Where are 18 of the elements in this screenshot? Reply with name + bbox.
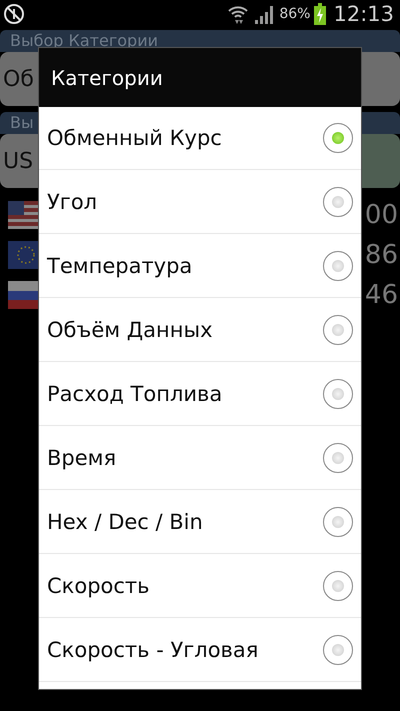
no-sync-icon: [3, 3, 25, 25]
radio-button[interactable]: [323, 570, 353, 600]
currency-value: 86: [364, 240, 399, 270]
radio-button[interactable]: [323, 250, 353, 280]
signal-icon: [253, 4, 276, 24]
radio-button[interactable]: [323, 506, 353, 536]
radio-button[interactable]: [323, 314, 353, 344]
radio-button[interactable]: [323, 186, 353, 216]
dialog-title: Категории: [39, 48, 361, 107]
battery-percent: 86%: [279, 6, 310, 22]
radio-button[interactable]: [323, 378, 353, 408]
currency-value: 46: [364, 280, 399, 310]
currency-value: 00: [364, 200, 399, 230]
radio-button[interactable]: [323, 123, 353, 153]
radio-button[interactable]: [323, 442, 353, 472]
radio-button[interactable]: [323, 634, 353, 664]
clock: 12:13: [333, 2, 394, 26]
battery-charging-icon: [314, 3, 326, 25]
